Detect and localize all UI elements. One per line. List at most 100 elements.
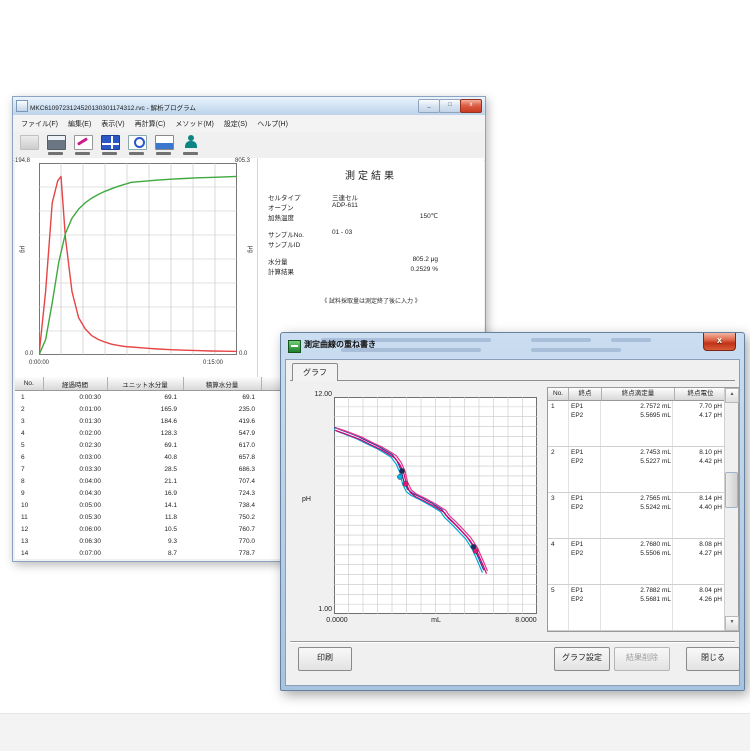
result-value: 01 - 03 xyxy=(332,229,352,236)
ep-line: EP12.7680 mL8.08 pH xyxy=(568,541,725,550)
glass-blur-streak xyxy=(531,348,621,352)
moisture-chart xyxy=(39,163,237,355)
ep-cell: 4.26 pH xyxy=(671,596,725,605)
ep-cell: 8.04 pH xyxy=(671,587,725,596)
table-cell: 0:05:30 xyxy=(43,511,107,523)
close-icon[interactable]: x xyxy=(460,99,482,113)
ep-group[interactable]: 1EP12.7572 mL7.70 pHEP25.5695 mL4.17 pH xyxy=(548,401,725,447)
back-window-titlebar[interactable]: MKC6109723124520130301174312.rvc - 解析プログ… xyxy=(13,97,485,116)
menu-item[interactable]: 再計算(C) xyxy=(130,117,171,131)
maximize-button[interactable]: □ xyxy=(439,99,461,113)
page-bottom-strip xyxy=(0,713,750,751)
ep-group[interactable]: 2EP12.7453 mL8.10 pHEP25.5227 mL4.42 pH xyxy=(548,447,725,493)
result-value: 805.2 μg xyxy=(332,256,438,263)
dialog-icon xyxy=(288,340,301,353)
column-header[interactable]: 経過時間 xyxy=(43,377,107,391)
table-cell: 707.4 xyxy=(183,475,261,487)
graph-report-icon[interactable] xyxy=(152,134,176,156)
y-axis-min-label: 1.00 xyxy=(300,606,332,613)
menu-item[interactable]: 表示(V) xyxy=(96,117,129,131)
minimize-button[interactable]: _ xyxy=(418,99,440,113)
table-cell: 16.9 xyxy=(107,487,183,499)
ep-line: EP12.7565 mL8.14 pH xyxy=(568,495,725,504)
print-button[interactable]: 印刷 xyxy=(298,647,352,671)
ep-cell: EP2 xyxy=(568,412,601,421)
left-axis-max-label: 194.8 xyxy=(15,158,30,164)
column-header[interactable]: 積算水分量 xyxy=(183,377,261,391)
table-cell: 686.3 xyxy=(183,463,261,475)
column-header[interactable]: No. xyxy=(548,388,569,401)
table-cell: 0:02:00 xyxy=(43,427,107,439)
ep-group-number: 5 xyxy=(548,585,568,630)
menu-item[interactable]: ヘルプ(H) xyxy=(252,117,293,131)
column-header[interactable]: ユニット水分量 xyxy=(107,377,183,391)
table-cell: 128.3 xyxy=(107,427,183,439)
scrollbar-thumb[interactable] xyxy=(725,472,738,508)
ep-cell: EP1 xyxy=(568,587,601,596)
table-cell: 69.1 xyxy=(107,439,183,451)
vertical-scrollbar[interactable]: ▲ ▼ xyxy=(724,388,738,631)
table-cell: 9.3 xyxy=(107,535,183,547)
column-header[interactable]: No. xyxy=(15,377,43,391)
print-icon[interactable] xyxy=(44,134,68,156)
close-button[interactable]: 閉じる xyxy=(686,647,740,671)
ep-lines: EP12.7453 mL8.10 pHEP25.5227 mL4.42 pH xyxy=(568,447,725,492)
glass-blur-streak xyxy=(531,338,591,342)
result-row: サンプルNo.01 - 03 xyxy=(266,229,476,239)
x-axis-end-label: 8.0000 xyxy=(508,617,544,624)
ep-cell: 2.7680 mL xyxy=(601,541,671,550)
table-cell: 750.2 xyxy=(183,511,261,523)
result-label: オーブン xyxy=(268,202,294,212)
column-header[interactable]: 終点 xyxy=(569,388,602,401)
table-cell: 3 xyxy=(15,415,43,427)
ep-cell: EP2 xyxy=(568,458,601,467)
ep-table-body: 1EP12.7572 mL7.70 pHEP25.5695 mL4.17 pH2… xyxy=(548,401,725,631)
table-cell: 10.5 xyxy=(107,523,183,535)
table-cell: 12 xyxy=(15,523,43,535)
column-header[interactable]: 終点電位 xyxy=(675,388,727,401)
table-cell: 0:00:30 xyxy=(43,391,107,404)
ep-group[interactable]: 3EP12.7565 mL8.14 pHEP25.5242 mL4.40 pH xyxy=(548,493,725,539)
table-cell: 617.0 xyxy=(183,439,261,451)
menu-item[interactable]: メソッド(M) xyxy=(170,117,219,131)
result-value: 0.2529 % xyxy=(332,266,438,273)
ep-group[interactable]: 4EP12.7680 mL8.08 pHEP25.5506 mL4.27 pH xyxy=(548,539,725,585)
ep-cell: EP1 xyxy=(568,449,601,458)
ep-cell: 4.42 pH xyxy=(671,458,725,467)
close-icon[interactable]: x xyxy=(703,333,736,351)
result-label: 加熱温度 xyxy=(268,212,294,222)
menu-item[interactable]: ファイル(F) xyxy=(16,117,63,131)
tab-graph[interactable]: グラフ xyxy=(292,363,338,381)
ep-cell: EP2 xyxy=(568,550,601,559)
ep-group-number: 2 xyxy=(548,447,568,492)
scroll-down-icon[interactable]: ▼ xyxy=(725,616,739,631)
ep-lines: EP12.7572 mL7.70 pHEP25.5695 mL4.17 pH xyxy=(568,401,725,446)
user-icon[interactable] xyxy=(179,134,203,156)
cell-grid-icon[interactable] xyxy=(98,134,122,156)
ep-group[interactable]: 5EP12.7882 mL8.04 pHEP25.5681 mL4.26 pH xyxy=(548,585,725,631)
graph-pen-icon[interactable] xyxy=(71,134,95,156)
ep-cell: 2.7572 mL xyxy=(601,403,671,412)
front-window-titlebar[interactable]: 測定曲線の重ね書き x xyxy=(281,333,744,358)
ep-group-number: 4 xyxy=(548,539,568,584)
x-axis-label: mL xyxy=(416,617,456,624)
ep-line: EP12.7572 mL7.70 pH xyxy=(568,403,725,412)
menu-item[interactable]: 設定(S) xyxy=(219,117,252,131)
remeasure-icon[interactable] xyxy=(125,134,149,156)
app-icon xyxy=(16,100,28,112)
ep-cell: 4.27 pH xyxy=(671,550,725,559)
right-axis-min-label: 0.0 xyxy=(239,351,247,357)
menu-item[interactable]: 編集(E) xyxy=(63,117,96,131)
column-header[interactable]: 終点滴定量 xyxy=(602,388,675,401)
x-axis-end-label: 0:15:00 xyxy=(203,360,223,366)
result-row: 加熱温度150℃ xyxy=(266,212,476,222)
tab-divider xyxy=(290,380,735,381)
graph-settings-button[interactable]: グラフ設定 xyxy=(554,647,610,671)
result-value: 三連セル xyxy=(332,192,358,202)
scroll-up-icon[interactable]: ▲ xyxy=(725,388,739,403)
ep-cell: 7.70 pH xyxy=(671,403,725,412)
ep-cell: EP2 xyxy=(568,596,601,605)
table-cell: 0:07:00 xyxy=(43,547,107,559)
right-axis-max-label: 805.3 xyxy=(235,158,250,164)
table-cell: 724.3 xyxy=(183,487,261,499)
